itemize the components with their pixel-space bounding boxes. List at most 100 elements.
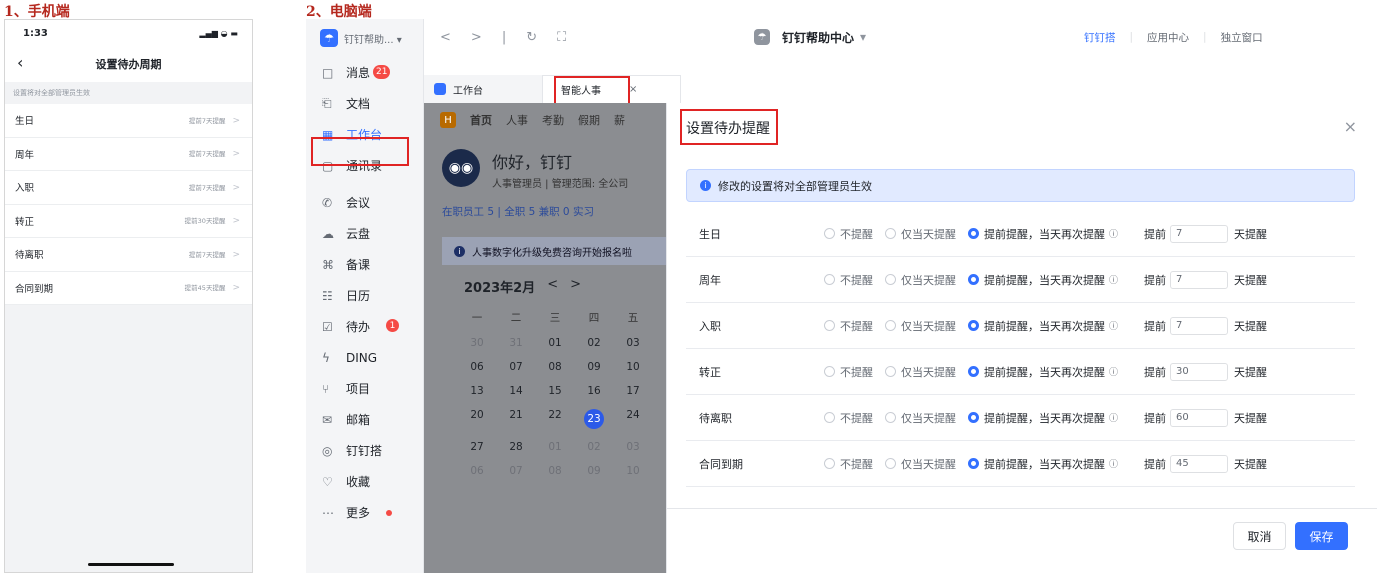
- calendar-day[interactable]: 02: [581, 441, 607, 453]
- days-input[interactable]: 7: [1170, 270, 1229, 289]
- calendar-day[interactable]: 03: [620, 441, 646, 453]
- expand-icon[interactable]: ⛶: [557, 30, 566, 45]
- close-icon[interactable]: ×: [1344, 117, 1357, 136]
- sidebar-item-calendar[interactable]: ☷ 日历: [306, 280, 423, 311]
- list-item[interactable]: 合同到期 提前45天提醒 >: [5, 272, 252, 305]
- info-tooltip-icon[interactable]: ⓘ: [1109, 273, 1118, 286]
- radio-advance-reminder[interactable]: 提前提醒，当天再次提醒 ⓘ: [968, 272, 1118, 288]
- hr-nav-salary[interactable]: 薪: [614, 112, 625, 128]
- calendar-day[interactable]: 10: [620, 465, 646, 477]
- radio-no-reminder[interactable]: 不提醒: [824, 456, 873, 472]
- radio-no-reminder[interactable]: 不提醒: [824, 272, 873, 288]
- radio-same-day[interactable]: 仅当天提醒: [885, 272, 956, 288]
- close-icon[interactable]: ×: [629, 84, 637, 95]
- calendar-day[interactable]: 27: [464, 441, 490, 453]
- save-button[interactable]: 保存: [1295, 522, 1348, 550]
- radio-advance-reminder[interactable]: 提前提醒，当天再次提醒 ⓘ: [968, 410, 1118, 426]
- list-item[interactable]: 生日 提前7天提醒 >: [5, 104, 252, 138]
- radio-same-day[interactable]: 仅当天提醒: [885, 318, 956, 334]
- hr-nav-leave[interactable]: 假期: [578, 112, 600, 128]
- radio-same-day[interactable]: 仅当天提醒: [885, 226, 956, 242]
- dingda-link[interactable]: 钉钉搭: [1084, 30, 1116, 45]
- radio-no-reminder[interactable]: 不提醒: [824, 226, 873, 242]
- calendar-day[interactable]: 22: [542, 409, 568, 429]
- calendar-day[interactable]: 02: [581, 337, 607, 349]
- promo-banner[interactable]: i 人事数字化升级免费咨询开始报名啦: [442, 237, 666, 265]
- calendar-day[interactable]: 07: [503, 465, 529, 477]
- prev-month-icon[interactable]: <: [547, 277, 558, 296]
- sidebar-item-meeting[interactable]: ✆ 会议: [306, 187, 423, 218]
- hr-nav-home[interactable]: 首页: [470, 112, 492, 128]
- list-item[interactable]: 待离职 提前7天提醒 >: [5, 238, 252, 272]
- days-input[interactable]: 60: [1170, 408, 1229, 427]
- list-item[interactable]: 转正 提前30天提醒 >: [5, 205, 252, 238]
- calendar-day[interactable]: 24: [620, 409, 646, 429]
- hr-nav-attendance[interactable]: 考勤: [542, 112, 564, 128]
- calendar-day[interactable]: 08: [542, 465, 568, 477]
- info-tooltip-icon[interactable]: ⓘ: [1109, 411, 1118, 424]
- refresh-icon[interactable]: ↻: [526, 30, 537, 45]
- calendar-day[interactable]: 06: [464, 465, 490, 477]
- info-tooltip-icon[interactable]: ⓘ: [1109, 319, 1118, 332]
- radio-advance-reminder[interactable]: 提前提醒，当天再次提醒 ⓘ: [968, 456, 1118, 472]
- sidebar-item-ding[interactable]: ϟ DING: [306, 342, 423, 373]
- calendar-day[interactable]: 07: [503, 361, 529, 373]
- calendar-day[interactable]: 20: [464, 409, 490, 429]
- calendar-day[interactable]: 04: [659, 441, 666, 453]
- window-title[interactable]: ☂ 钉钉帮助中心 ▾: [754, 29, 1084, 46]
- radio-same-day[interactable]: 仅当天提醒: [885, 456, 956, 472]
- calendar-day[interactable]: 16: [581, 385, 607, 397]
- calendar-day[interactable]: 03: [620, 337, 646, 349]
- calendar-day[interactable]: 13: [464, 385, 490, 397]
- home-indicator[interactable]: [88, 563, 174, 566]
- standalone-window-link[interactable]: 独立窗口: [1221, 30, 1263, 45]
- forward-icon[interactable]: >: [471, 30, 482, 45]
- calendar-day[interactable]: 06: [464, 361, 490, 373]
- sidebar-item-todo[interactable]: ☑ 待办 1: [306, 311, 423, 342]
- radio-same-day[interactable]: 仅当天提醒: [885, 364, 956, 380]
- sidebar-item-project[interactable]: ⑂ 项目: [306, 373, 423, 404]
- calendar-day[interactable]: 11: [659, 361, 666, 373]
- calendar-day[interactable]: 10: [620, 361, 646, 373]
- calendar-day[interactable]: 25: [659, 409, 666, 429]
- calendar-day[interactable]: 09: [581, 465, 607, 477]
- radio-advance-reminder[interactable]: 提前提醒，当天再次提醒 ⓘ: [968, 318, 1118, 334]
- tab-workbench[interactable]: 工作台: [424, 75, 542, 103]
- sidebar-item-mail[interactable]: ✉ 邮箱: [306, 404, 423, 435]
- radio-no-reminder[interactable]: 不提醒: [824, 410, 873, 426]
- info-tooltip-icon[interactable]: ⓘ: [1109, 365, 1118, 378]
- employee-stats[interactable]: 在职员工 5 | 全职 5 兼职 0 实习: [424, 190, 666, 219]
- app-center-link[interactable]: 应用中心: [1147, 30, 1189, 45]
- sidebar-item-cloud[interactable]: ☁ 云盘: [306, 218, 423, 249]
- calendar-day[interactable]: 09: [581, 361, 607, 373]
- sidebar-item-docs[interactable]: ⎗ 文档: [306, 88, 423, 119]
- calendar-day[interactable]: 17: [620, 385, 646, 397]
- days-input[interactable]: 7: [1170, 316, 1229, 335]
- radio-no-reminder[interactable]: 不提醒: [824, 364, 873, 380]
- radio-advance-reminder[interactable]: 提前提醒，当天再次提醒 ⓘ: [968, 364, 1118, 380]
- back-icon[interactable]: ‹: [17, 53, 23, 72]
- calendar-day[interactable]: 30: [464, 337, 490, 349]
- calendar-day[interactable]: 18: [659, 385, 666, 397]
- sidebar-item-more[interactable]: ⋯ 更多: [306, 497, 423, 528]
- calendar-day[interactable]: 11: [659, 465, 666, 477]
- days-input[interactable]: 7: [1170, 224, 1229, 243]
- days-input[interactable]: 45: [1170, 454, 1229, 473]
- radio-no-reminder[interactable]: 不提醒: [824, 318, 873, 334]
- calendar-day[interactable]: 08: [542, 361, 568, 373]
- sidebar-item-favorites[interactable]: ♡ 收藏: [306, 466, 423, 497]
- next-month-icon[interactable]: >: [570, 277, 581, 296]
- calendar-day[interactable]: 15: [542, 385, 568, 397]
- info-tooltip-icon[interactable]: ⓘ: [1109, 457, 1118, 470]
- calendar-day[interactable]: 14: [503, 385, 529, 397]
- calendar-day[interactable]: 31: [503, 337, 529, 349]
- sidebar-item-messages[interactable]: □ 消息 21: [306, 57, 423, 88]
- radio-same-day[interactable]: 仅当天提醒: [885, 410, 956, 426]
- calendar-day[interactable]: 23: [584, 409, 604, 429]
- calendar-day[interactable]: 04: [659, 337, 666, 349]
- list-item[interactable]: 周年 提前7天提醒 >: [5, 138, 252, 171]
- calendar-day[interactable]: 01: [542, 337, 568, 349]
- back-icon[interactable]: <: [440, 30, 451, 45]
- radio-advance-reminder[interactable]: 提前提醒，当天再次提醒 ⓘ: [968, 226, 1118, 242]
- hr-nav-people[interactable]: 人事: [506, 112, 528, 128]
